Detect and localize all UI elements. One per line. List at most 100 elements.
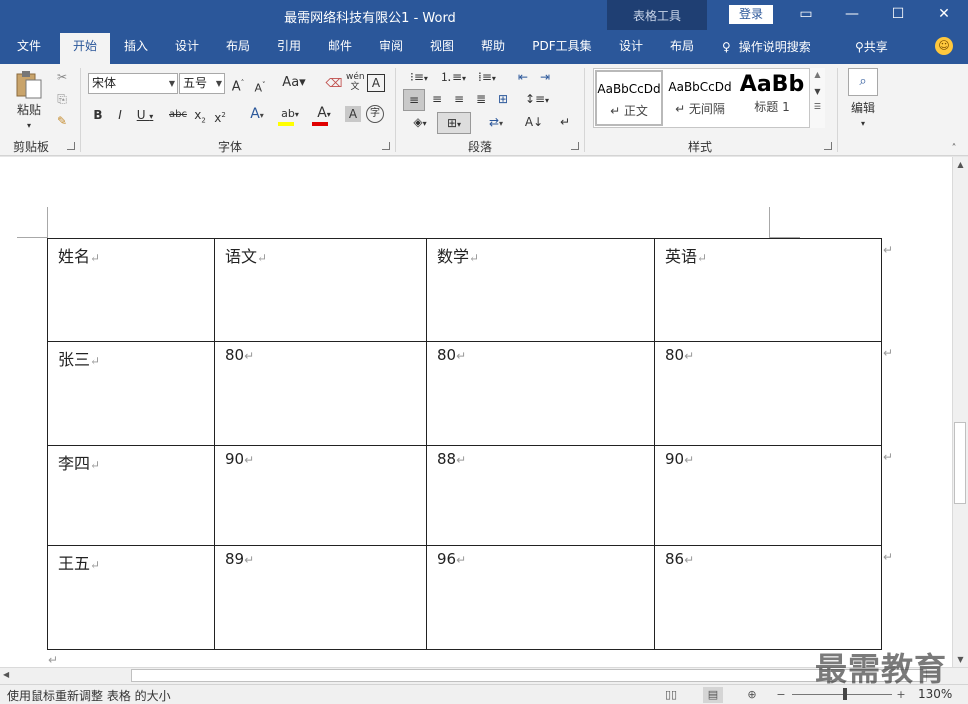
tab-pdf-tools[interactable]: PDF工具集 <box>524 38 600 64</box>
table-cell[interactable]: 89↵ <box>214 545 427 650</box>
tab-table-design[interactable]: 设计 <box>611 38 651 64</box>
tab-view[interactable]: 视图 <box>422 38 462 64</box>
tab-insert[interactable]: 插入 <box>116 38 156 64</box>
copy-icon[interactable]: ⎘ <box>53 90 71 108</box>
tab-file[interactable]: 文件 <box>8 38 50 64</box>
increase-indent-icon[interactable]: ⇥ <box>535 68 555 86</box>
tab-mailings[interactable]: 邮件 <box>320 38 360 64</box>
superscript-icon[interactable]: x2 <box>212 106 228 127</box>
search-icon[interactable]: ⌕ <box>848 68 878 96</box>
table-cell[interactable]: 96↵ <box>426 545 655 650</box>
align-left-icon[interactable]: ≡ <box>403 89 425 111</box>
shrink-font-icon[interactable]: A˅ <box>252 76 268 98</box>
table-cell[interactable]: 李四↵ <box>47 445 215 546</box>
zoom-in-icon[interactable]: + <box>892 687 910 703</box>
paste-dropdown-icon[interactable]: ▾ <box>22 117 36 135</box>
maximize-icon[interactable]: ☐ <box>875 0 921 30</box>
horizontal-scroll-thumb[interactable] <box>131 669 927 682</box>
chevron-down-icon[interactable]: ▼ <box>810 87 825 96</box>
collapse-ribbon-icon[interactable]: ˄ <box>946 140 962 158</box>
sort-icon[interactable]: A↓ <box>523 113 545 131</box>
tab-references[interactable]: 引用 <box>269 38 309 64</box>
align-center-icon[interactable]: ≡ <box>427 90 447 108</box>
score-table[interactable]: 姓名↵ 语文↵ 数学↵ 英语↵ 张三↵ 80↵ 80↵ 80↵ 李四↵ 90↵ … <box>47 238 882 650</box>
table-cell[interactable]: 90↵ <box>214 445 427 546</box>
scroll-left-icon[interactable]: ◀ <box>3 670 9 679</box>
zoom-out-icon[interactable]: − <box>772 687 790 703</box>
text-effects-icon[interactable]: A▾ <box>244 105 270 125</box>
table-cell[interactable]: 86↵ <box>654 545 882 650</box>
borders-icon[interactable]: ⊞▾ <box>437 112 471 134</box>
tab-layout[interactable]: 布局 <box>218 38 258 64</box>
bullets-icon[interactable]: ⁝≡▾ <box>403 68 435 88</box>
tell-me-search[interactable]: ♀ 操作说明搜索 <box>722 38 811 55</box>
read-mode-icon[interactable]: ▯▯ <box>662 687 680 703</box>
clear-formatting-icon[interactable]: ⌫ <box>325 74 343 92</box>
change-case-icon[interactable]: Aa▾ <box>280 74 308 92</box>
login-button[interactable]: 登录 <box>729 5 773 24</box>
table-cell[interactable]: 语文↵ <box>214 238 427 342</box>
minimize-icon[interactable]: — <box>829 0 875 30</box>
tab-home[interactable]: 开始 <box>60 33 110 64</box>
subscript-icon[interactable]: x2 <box>192 106 208 129</box>
table-cell[interactable]: 数学↵ <box>426 238 655 342</box>
table-cell[interactable]: 王五↵ <box>47 545 215 650</box>
table-cell[interactable]: 80↵ <box>426 341 655 446</box>
paste-icon[interactable] <box>14 70 44 100</box>
tab-design[interactable]: 设计 <box>167 38 207 64</box>
line-spacing-icon[interactable]: ↕≡▾ <box>522 90 552 110</box>
enclose-characters-icon[interactable]: 字 <box>366 105 384 123</box>
format-painter-icon[interactable]: ✎ <box>53 112 71 130</box>
chinese-layout-icon[interactable]: ⇄▾ <box>480 113 512 133</box>
tab-table-layout[interactable]: 布局 <box>662 38 702 64</box>
table-cell[interactable]: 88↵ <box>426 445 655 546</box>
web-layout-icon[interactable]: ⊕ <box>743 687 761 703</box>
close-icon[interactable]: ✕ <box>921 0 967 30</box>
document-page[interactable]: 姓名↵ 语文↵ 数学↵ 英语↵ 张三↵ 80↵ 80↵ 80↵ 李四↵ 90↵ … <box>0 157 952 667</box>
numbering-icon[interactable]: ⒈≡▾ <box>437 68 469 88</box>
print-layout-icon[interactable]: ▤ <box>703 687 723 703</box>
font-launcher-icon[interactable] <box>382 142 390 150</box>
table-cell[interactable]: 英语↵ <box>654 238 882 342</box>
table-cell[interactable]: 姓名↵ <box>47 238 215 342</box>
feedback-smiley-icon[interactable]: ☺ <box>935 37 953 55</box>
grow-font-icon[interactable]: A˄ <box>230 74 246 96</box>
zoom-slider-thumb[interactable] <box>843 688 847 700</box>
show-marks-icon[interactable]: ↵ <box>556 113 574 131</box>
styles-launcher-icon[interactable] <box>824 142 832 150</box>
style-normal[interactable]: AaBbCcDd ↵ 正文 <box>595 70 663 126</box>
chevron-up-icon[interactable]: ▲ <box>810 70 825 79</box>
share-button[interactable]: ⚲共享 <box>855 38 888 55</box>
multilevel-list-icon[interactable]: ⁞≡▾ <box>471 68 503 88</box>
table-cell[interactable]: 80↵ <box>654 341 882 446</box>
vertical-scroll-thumb[interactable] <box>954 422 966 504</box>
tab-review[interactable]: 审阅 <box>371 38 411 64</box>
underline-icon[interactable]: U ▾ <box>134 106 156 126</box>
style-heading-1[interactable]: AaBb 标题 1 <box>737 70 807 126</box>
vertical-scrollbar[interactable]: ▲ ▼ <box>952 157 968 667</box>
cut-icon[interactable]: ✂ <box>53 68 71 86</box>
character-border-icon[interactable]: A <box>367 74 385 92</box>
paragraph-launcher-icon[interactable] <box>571 142 579 150</box>
font-name-combo[interactable]: 宋体 ▼ <box>88 73 178 94</box>
table-cell[interactable]: 80↵ <box>214 341 427 446</box>
shading-icon[interactable]: ◈▾ <box>405 113 435 133</box>
font-size-combo[interactable]: 五号 ▼ <box>179 73 225 94</box>
zoom-slider[interactable] <box>792 694 892 695</box>
italic-icon[interactable]: I <box>112 106 128 124</box>
editing-dropdown-icon[interactable]: ▾ <box>856 115 870 133</box>
style-no-spacing[interactable]: AaBbCcDd ↵ 无间隔 <box>665 70 735 126</box>
justify-icon[interactable]: ≣ <box>471 90 491 108</box>
decrease-indent-icon[interactable]: ⇤ <box>513 68 533 86</box>
styles-scroll[interactable]: ▲ ▼ ☰ <box>809 68 825 128</box>
more-styles-icon[interactable]: ☰ <box>810 102 825 111</box>
distributed-icon[interactable]: ⊞ <box>493 90 513 108</box>
align-right-icon[interactable]: ≡ <box>449 90 469 108</box>
phonetic-guide-icon[interactable]: wén 文 <box>346 72 365 92</box>
font-color-icon[interactable]: A▾ <box>310 104 338 126</box>
ribbon-display-options-icon[interactable]: ▭ <box>783 0 829 30</box>
tab-help[interactable]: 帮助 <box>473 38 513 64</box>
scroll-down-icon[interactable]: ▼ <box>953 655 968 664</box>
table-cell[interactable]: 张三↵ <box>47 341 215 446</box>
strikethrough-icon[interactable]: abc <box>168 106 188 124</box>
